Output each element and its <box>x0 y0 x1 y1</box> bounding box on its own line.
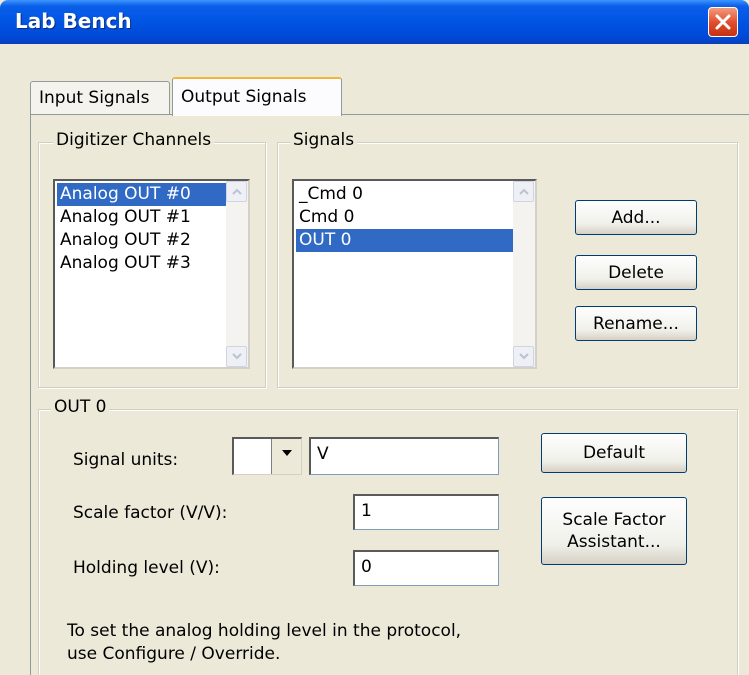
signals-list-scrollbar[interactable] <box>513 181 535 367</box>
rename-button[interactable]: Rename... <box>575 306 697 341</box>
scroll-down-button[interactable] <box>226 346 247 367</box>
button-label-line: Scale Factor <box>562 510 666 530</box>
signals-group: Signals _Cmd 0 Cmd 0 OUT 0 Add... Delete… <box>277 130 738 388</box>
tab-label: Input Signals <box>39 88 150 108</box>
list-item[interactable]: Analog OUT #0 <box>57 183 226 206</box>
holding-level-input[interactable]: 0 <box>353 550 499 586</box>
scroll-down-arrow-icon <box>519 353 529 360</box>
list-item[interactable]: Analog OUT #3 <box>57 252 226 275</box>
lab-bench-window: Lab Bench Input Signals Output Signals D… <box>0 0 749 675</box>
output-signals-panel: Digitizer Channels Analog OUT #0 Analog … <box>30 114 749 675</box>
scale-factor-assistant-button[interactable]: Scale Factor Assistant... <box>541 497 687 565</box>
digitizer-list-scrollbar[interactable] <box>226 181 248 367</box>
title-bar[interactable]: Lab Bench <box>0 0 749 44</box>
holding-level-note: To set the analog holding level in the p… <box>67 620 461 666</box>
list-item[interactable]: Cmd 0 <box>296 206 513 229</box>
scale-factor-input[interactable]: 1 <box>353 494 499 530</box>
list-item[interactable]: OUT 0 <box>296 229 513 252</box>
note-line: use Configure / Override. <box>67 644 281 664</box>
list-item[interactable]: _Cmd 0 <box>296 183 513 206</box>
dropdown-button[interactable] <box>271 439 301 474</box>
close-icon <box>715 14 731 30</box>
signals-label: Signals <box>290 130 358 150</box>
scroll-down-arrow-icon <box>232 353 242 360</box>
scroll-up-arrow-icon <box>519 188 529 195</box>
dropdown-arrow-icon <box>282 450 292 456</box>
close-button[interactable] <box>708 7 738 37</box>
tab-output-signals[interactable]: Output Signals <box>172 77 342 116</box>
tab-label: Output Signals <box>181 87 307 107</box>
delete-button[interactable]: Delete <box>575 255 697 290</box>
list-item[interactable]: Analog OUT #1 <box>57 206 226 229</box>
signals-list[interactable]: _Cmd 0 Cmd 0 OUT 0 <box>292 179 537 369</box>
scroll-down-button[interactable] <box>513 346 534 367</box>
scroll-up-arrow-icon <box>232 188 242 195</box>
button-label-line: Assistant... <box>567 532 661 552</box>
out-signal-group-label: OUT 0 <box>51 397 110 417</box>
digitizer-channels-label: Digitizer Channels <box>53 130 215 150</box>
signal-units-label: Signal units: <box>73 450 179 470</box>
tab-input-signals[interactable]: Input Signals <box>30 81 170 115</box>
scroll-up-button[interactable] <box>513 181 534 202</box>
note-line: To set the analog holding level in the p… <box>67 621 462 641</box>
add-button[interactable]: Add... <box>575 200 697 235</box>
units-prefix-dropdown[interactable] <box>232 437 302 475</box>
scroll-up-button[interactable] <box>226 181 247 202</box>
digitizer-channels-group: Digitizer Channels Analog OUT #0 Analog … <box>38 130 266 388</box>
window-title: Lab Bench <box>15 9 132 33</box>
holding-level-label: Holding level (V): <box>73 558 220 578</box>
out-signal-group: OUT 0 Signal units: V Scale factor (V/V)… <box>38 397 738 675</box>
digitizer-channels-list[interactable]: Analog OUT #0 Analog OUT #1 Analog OUT #… <box>53 179 250 369</box>
list-item[interactable]: Analog OUT #2 <box>57 229 226 252</box>
signal-units-input[interactable]: V <box>309 437 499 475</box>
default-button[interactable]: Default <box>541 433 687 473</box>
scale-factor-label: Scale factor (V/V): <box>73 503 228 523</box>
